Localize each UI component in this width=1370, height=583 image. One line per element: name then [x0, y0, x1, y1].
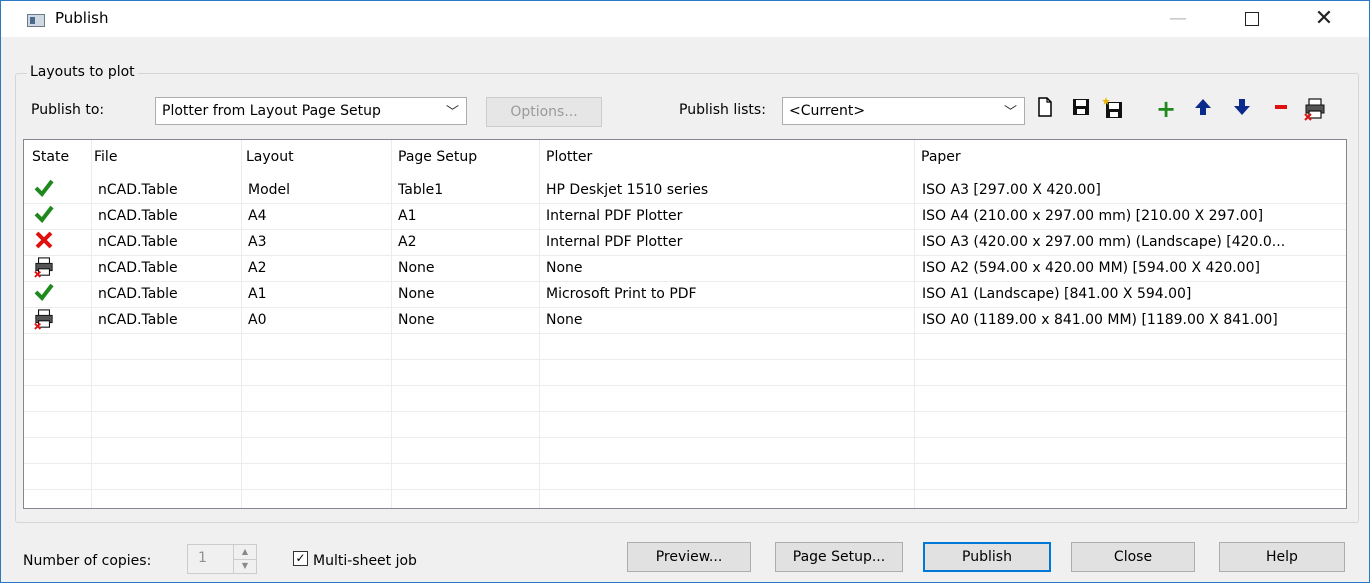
options-button[interactable]: Options... [486, 97, 602, 127]
publish-lists-label: Publish lists: [679, 102, 766, 118]
cell-layout: A3 [248, 234, 267, 250]
cell-layout: A2 [248, 260, 267, 276]
cell-layout: A4 [248, 208, 267, 224]
remove-icon[interactable] [1271, 97, 1291, 121]
header-page-setup[interactable]: Page Setup [390, 140, 538, 178]
cell-file: nCAD.Table [98, 182, 178, 198]
cell-file: nCAD.Table [98, 260, 178, 276]
publish-lists-value: <Current> [789, 103, 866, 119]
new-list-icon[interactable] [1035, 97, 1055, 121]
preview-button[interactable]: Preview... [627, 542, 751, 572]
cell-paper: ISO A0 (1189.00 x 841.00 MM) [1189.00 X … [922, 312, 1278, 328]
page-setup-button[interactable]: Page Setup... [775, 542, 903, 572]
chevron-down-icon: ﹀ [1003, 105, 1017, 120]
cell-paper: ISO A2 (594.00 x 420.00 MM) [594.00 X 42… [922, 260, 1260, 276]
cell-paper: ISO A4 (210.00 x 297.00 mm) [210.00 X 29… [922, 208, 1264, 224]
table-row[interactable]: nCAD.Table A1 None Microsoft Print to PDF IS… [24, 282, 1346, 308]
maximize-button[interactable] [1229, 1, 1275, 37]
success-check-icon [34, 282, 56, 306]
multisheet-checkbox[interactable]: ✓ [293, 551, 308, 566]
header-state[interactable]: State [24, 140, 92, 178]
move-up-icon[interactable] [1193, 97, 1213, 121]
header-plotter[interactable]: Plotter [538, 140, 913, 178]
save-list-icon[interactable] [1071, 97, 1091, 121]
publish-to-value: Plotter from Layout Page Setup [162, 103, 381, 119]
layouts-table[interactable]: State File Layout Page Setup Plotter Pap… [23, 139, 1347, 509]
empty-row [24, 360, 1346, 386]
copies-label: Number of copies: [23, 553, 152, 569]
cell-plotter: Internal PDF Plotter [546, 234, 683, 250]
empty-row [24, 438, 1346, 464]
cell-plotter: None [546, 312, 583, 328]
empty-row [24, 386, 1346, 412]
close-button[interactable]: Close [1071, 542, 1195, 572]
publish-to-dropdown[interactable]: Plotter from Layout Page Setup ﹀ [155, 97, 467, 125]
header-paper[interactable]: Paper [913, 140, 1346, 178]
table-row[interactable]: nCAD.Table A3 A2 Internal PDF Plotter ISO A3… [24, 230, 1346, 256]
move-down-icon[interactable] [1232, 97, 1252, 121]
window-title: Publish [55, 9, 109, 27]
cell-paper: ISO A3 [297.00 X 420.00] [922, 182, 1101, 198]
close-window-button[interactable]: ✕ [1301, 1, 1347, 37]
publish-dialog: Publish — ✕ Layouts to plot Publish to: … [0, 0, 1370, 583]
multisheet-label: Multi-sheet job [313, 553, 417, 569]
cell-page-setup: A2 [398, 234, 417, 250]
printer-error-icon [34, 256, 56, 280]
publish-lists-dropdown[interactable]: <Current> ﹀ [782, 97, 1025, 125]
empty-row [24, 412, 1346, 438]
table-row[interactable]: nCAD.Table A2 None None ISO A2 (594.00 x 420… [24, 256, 1346, 282]
app-icon [27, 14, 45, 27]
cell-file: nCAD.Table [98, 234, 178, 250]
publish-to-label: Publish to: [31, 102, 105, 118]
cell-paper: ISO A1 (Landscape) [841.00 X 594.00] [922, 286, 1192, 302]
cell-plotter: None [546, 260, 583, 276]
table-row[interactable]: nCAD.Table Model Table1 HP Deskjet 1510 ser… [24, 178, 1346, 204]
chevron-down-icon: ﹀ [445, 105, 459, 120]
cell-file: nCAD.Table [98, 208, 178, 224]
cell-paper: ISO A3 (420.00 x 297.00 mm) (Landscape) … [922, 234, 1286, 250]
minimize-button[interactable]: — [1155, 1, 1201, 37]
cell-plotter: Microsoft Print to PDF [546, 286, 697, 302]
save-as-list-icon[interactable] [1102, 97, 1122, 121]
spin-down-icon[interactable]: ▼ [233, 559, 256, 573]
cell-page-setup: A1 [398, 208, 417, 224]
printer-error-icon [34, 308, 56, 332]
copies-stepper[interactable]: 1 ▲ ▼ [187, 544, 257, 574]
empty-row [24, 334, 1346, 360]
cell-plotter: HP Deskjet 1510 series [546, 182, 709, 198]
title-bar: Publish — ✕ [1, 1, 1369, 37]
cell-plotter: Internal PDF Plotter [546, 208, 683, 224]
cell-file: nCAD.Table [98, 312, 178, 328]
cell-file: nCAD.Table [98, 286, 178, 302]
table-row[interactable]: nCAD.Table A0 None None ISO A0 (1189.00 x 84… [24, 308, 1346, 334]
header-file[interactable]: File [86, 140, 236, 178]
cell-layout: A0 [248, 312, 267, 328]
plot-status-icon[interactable] [1304, 97, 1325, 121]
cell-page-setup: Table1 [398, 182, 444, 198]
publish-button[interactable]: Publish [923, 542, 1051, 572]
cell-page-setup: None [398, 286, 435, 302]
success-check-icon [34, 204, 56, 228]
cell-page-setup: None [398, 260, 435, 276]
success-check-icon [34, 178, 56, 202]
spin-up-icon[interactable]: ▲ [233, 545, 256, 560]
empty-row [24, 464, 1346, 490]
table-row[interactable]: nCAD.Table A4 A1 Internal PDF Plotter ISO A4… [24, 204, 1346, 230]
empty-row [24, 490, 1346, 508]
cell-layout: A1 [248, 286, 267, 302]
help-button[interactable]: Help [1219, 542, 1345, 572]
maximize-icon [1245, 12, 1259, 26]
cell-page-setup: None [398, 312, 435, 328]
add-icon[interactable]: + [1156, 97, 1176, 121]
copies-value: 1 [198, 550, 207, 566]
error-x-icon [34, 230, 56, 254]
cell-layout: Model [248, 182, 291, 198]
header-layout[interactable]: Layout [238, 140, 388, 178]
group-label: Layouts to plot [27, 64, 138, 80]
